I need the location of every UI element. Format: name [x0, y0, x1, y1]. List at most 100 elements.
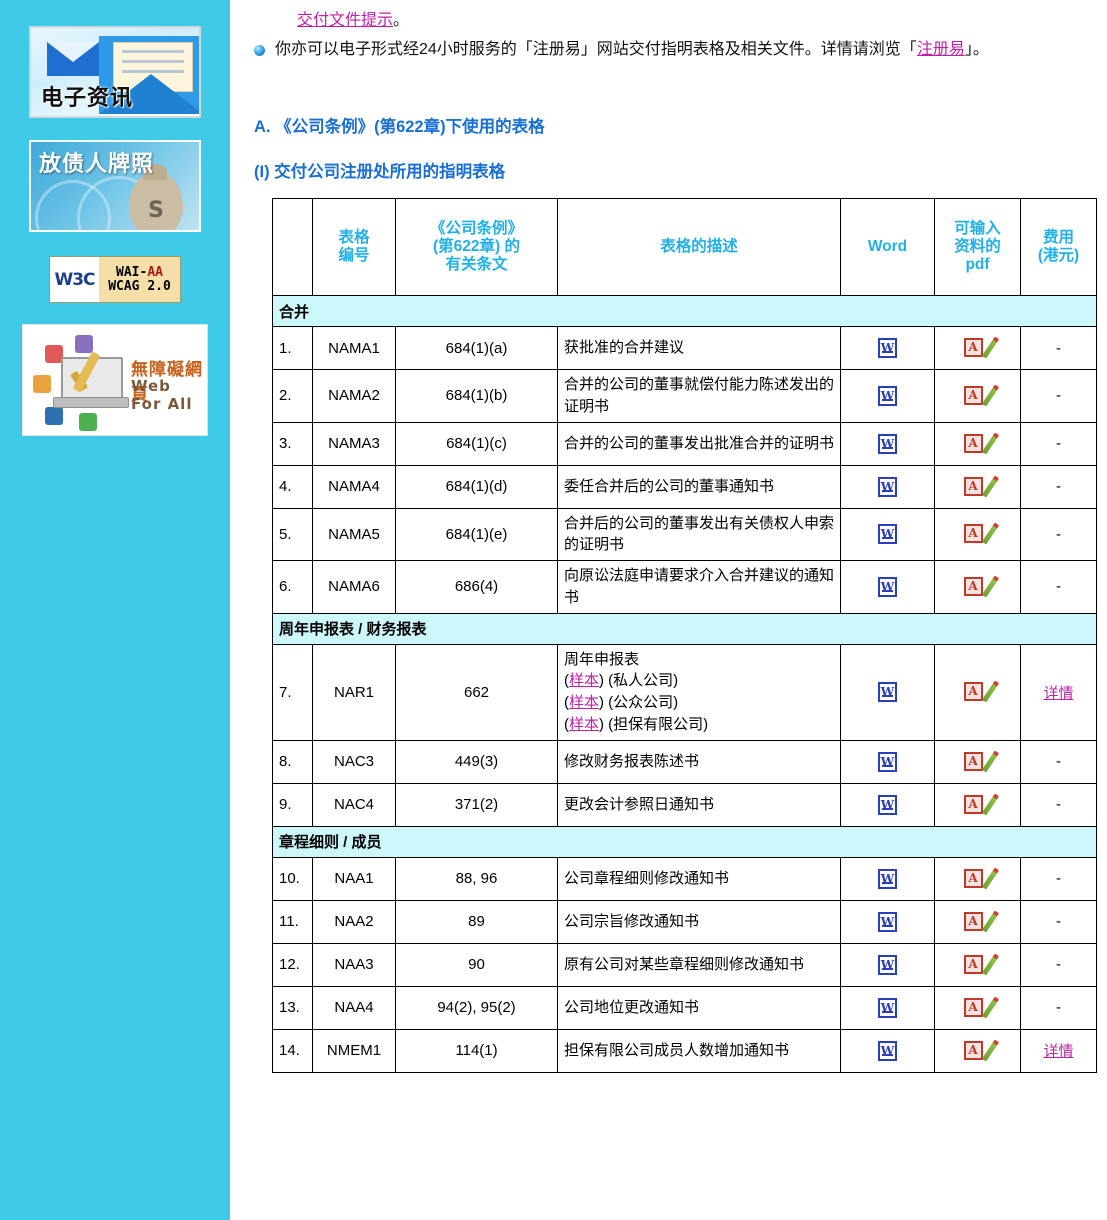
pdf-icon[interactable] — [964, 523, 992, 545]
form-description: 合并的公司的董事就偿付能力陈述发出的证明书 — [558, 370, 841, 423]
banner-e-information[interactable]: 电子资讯 — [29, 26, 201, 118]
table-section-title: 合并 — [273, 296, 1097, 327]
col-header-provision-l2: (第622章) 的 — [400, 238, 553, 256]
word-icon[interactable] — [878, 477, 897, 497]
table-row: 13.NAA494(2), 95(2)公司地位更改通知书- — [273, 986, 1097, 1029]
word-download-cell[interactable] — [841, 422, 935, 465]
pdf-icon[interactable] — [964, 997, 992, 1019]
sample-entry: (样本) (私人公司) — [564, 672, 678, 689]
word-icon[interactable] — [878, 1041, 897, 1061]
pdf-icon[interactable] — [964, 751, 992, 773]
word-icon[interactable] — [878, 434, 897, 454]
page-root: 电子资讯 S 放债人牌照 W3C WAI-AA WCAG 2.0 — [0, 0, 1107, 1220]
word-download-cell[interactable] — [841, 561, 935, 614]
pdf-icon[interactable] — [964, 954, 992, 976]
pdf-icon[interactable] — [964, 385, 992, 407]
word-icon[interactable] — [878, 682, 897, 702]
relevant-provision: 114(1) — [396, 1029, 558, 1072]
form-number: NAMA1 — [313, 327, 396, 370]
word-icon[interactable] — [878, 752, 897, 772]
form-number: NAC3 — [313, 740, 396, 783]
word-download-cell[interactable] — [841, 783, 935, 826]
delivery-guidance-link[interactable]: 交付文件提示 — [297, 12, 393, 29]
pdf-download-cell[interactable] — [935, 370, 1021, 423]
fee-details-link[interactable]: 详情 — [1043, 1043, 1073, 1060]
pdf-download-cell[interactable] — [935, 422, 1021, 465]
delivery-note-line: 交付文件提示。 — [297, 6, 409, 30]
pdf-download-cell[interactable] — [935, 327, 1021, 370]
col-header-pdf: 可输入 资料的 pdf — [935, 199, 1021, 296]
sample-link[interactable]: 样本 — [569, 716, 599, 733]
pdf-icon[interactable] — [964, 337, 992, 359]
form-description: 公司宗旨修改通知书 — [558, 900, 841, 943]
word-icon[interactable] — [878, 912, 897, 932]
pdf-download-cell[interactable] — [935, 644, 1021, 740]
word-icon[interactable] — [878, 338, 897, 358]
word-icon[interactable] — [878, 998, 897, 1018]
table-section-header-row: 章程细则 / 成员 — [273, 826, 1097, 857]
sample-link[interactable]: 样本 — [569, 672, 599, 689]
relevant-provision: 662 — [396, 644, 558, 740]
pdf-icon[interactable] — [964, 794, 992, 816]
pdf-download-cell[interactable] — [935, 1029, 1021, 1072]
banner-money-lender-label: 放债人牌照 — [39, 146, 154, 178]
word-download-cell[interactable] — [841, 857, 935, 900]
word-icon[interactable] — [878, 577, 897, 597]
form-description: 合并的公司的董事发出批准合并的证明书 — [558, 422, 841, 465]
col-header-fee-l1: 费用 — [1025, 229, 1092, 247]
pdf-download-cell[interactable] — [935, 465, 1021, 508]
word-icon[interactable] — [878, 795, 897, 815]
row-number: 2. — [273, 370, 313, 423]
col-header-pdf-l3: pdf — [939, 256, 1016, 274]
pdf-icon[interactable] — [964, 681, 992, 703]
word-download-cell[interactable] — [841, 644, 935, 740]
word-download-cell[interactable] — [841, 465, 935, 508]
pdf-icon[interactable] — [964, 433, 992, 455]
pdf-download-cell[interactable] — [935, 986, 1021, 1029]
fee-cell: - — [1021, 561, 1097, 614]
pdf-download-cell[interactable] — [935, 561, 1021, 614]
w3c-logo-text: W3C — [54, 270, 94, 290]
pdf-download-cell[interactable] — [935, 740, 1021, 783]
pdf-icon[interactable] — [964, 576, 992, 598]
e-registry-link[interactable]: 注册易 — [917, 41, 965, 58]
wai-level-prefix: WAI- — [116, 265, 147, 280]
banner-web-for-all[interactable]: 無障礙網頁 Web For All — [22, 324, 208, 436]
pdf-icon[interactable] — [964, 1040, 992, 1062]
relevant-provision: 684(1)(a) — [396, 327, 558, 370]
word-download-cell[interactable] — [841, 943, 935, 986]
pdf-download-cell[interactable] — [935, 857, 1021, 900]
word-download-cell[interactable] — [841, 740, 935, 783]
row-number: 4. — [273, 465, 313, 508]
col-header-form-number-l1: 表格 — [317, 229, 391, 247]
word-download-cell[interactable] — [841, 900, 935, 943]
word-icon[interactable] — [878, 524, 897, 544]
pdf-icon[interactable] — [964, 476, 992, 498]
pdf-icon[interactable] — [964, 911, 992, 933]
sample-entry: (样本) (公众公司) — [564, 694, 678, 711]
fee-cell: - — [1021, 986, 1097, 1029]
specified-forms-table: 表格 编号 《公司条例》 (第622章) 的 有关条文 表格的描述 Word 可… — [272, 198, 1097, 1073]
fee-cell: - — [1021, 740, 1097, 783]
form-number: NAMA4 — [313, 465, 396, 508]
pdf-icon[interactable] — [964, 868, 992, 890]
word-download-cell[interactable] — [841, 508, 935, 561]
word-download-cell[interactable] — [841, 986, 935, 1029]
word-download-cell[interactable] — [841, 1029, 935, 1072]
banner-w3c-wai-aa[interactable]: W3C WAI-AA WCAG 2.0 — [49, 256, 181, 303]
col-header-pdf-l1: 可输入 — [939, 220, 1016, 238]
fee-details-link[interactable]: 详情 — [1043, 685, 1073, 702]
word-icon[interactable] — [878, 386, 897, 406]
pdf-download-cell[interactable] — [935, 508, 1021, 561]
word-icon[interactable] — [878, 869, 897, 889]
banner-money-lender-licence[interactable]: S 放债人牌照 — [29, 140, 201, 232]
pdf-download-cell[interactable] — [935, 900, 1021, 943]
sample-link[interactable]: 样本 — [569, 694, 599, 711]
pdf-download-cell[interactable] — [935, 943, 1021, 986]
word-download-cell[interactable] — [841, 370, 935, 423]
word-icon[interactable] — [878, 955, 897, 975]
fee-value: - — [1056, 753, 1061, 770]
row-number: 9. — [273, 783, 313, 826]
word-download-cell[interactable] — [841, 327, 935, 370]
pdf-download-cell[interactable] — [935, 783, 1021, 826]
